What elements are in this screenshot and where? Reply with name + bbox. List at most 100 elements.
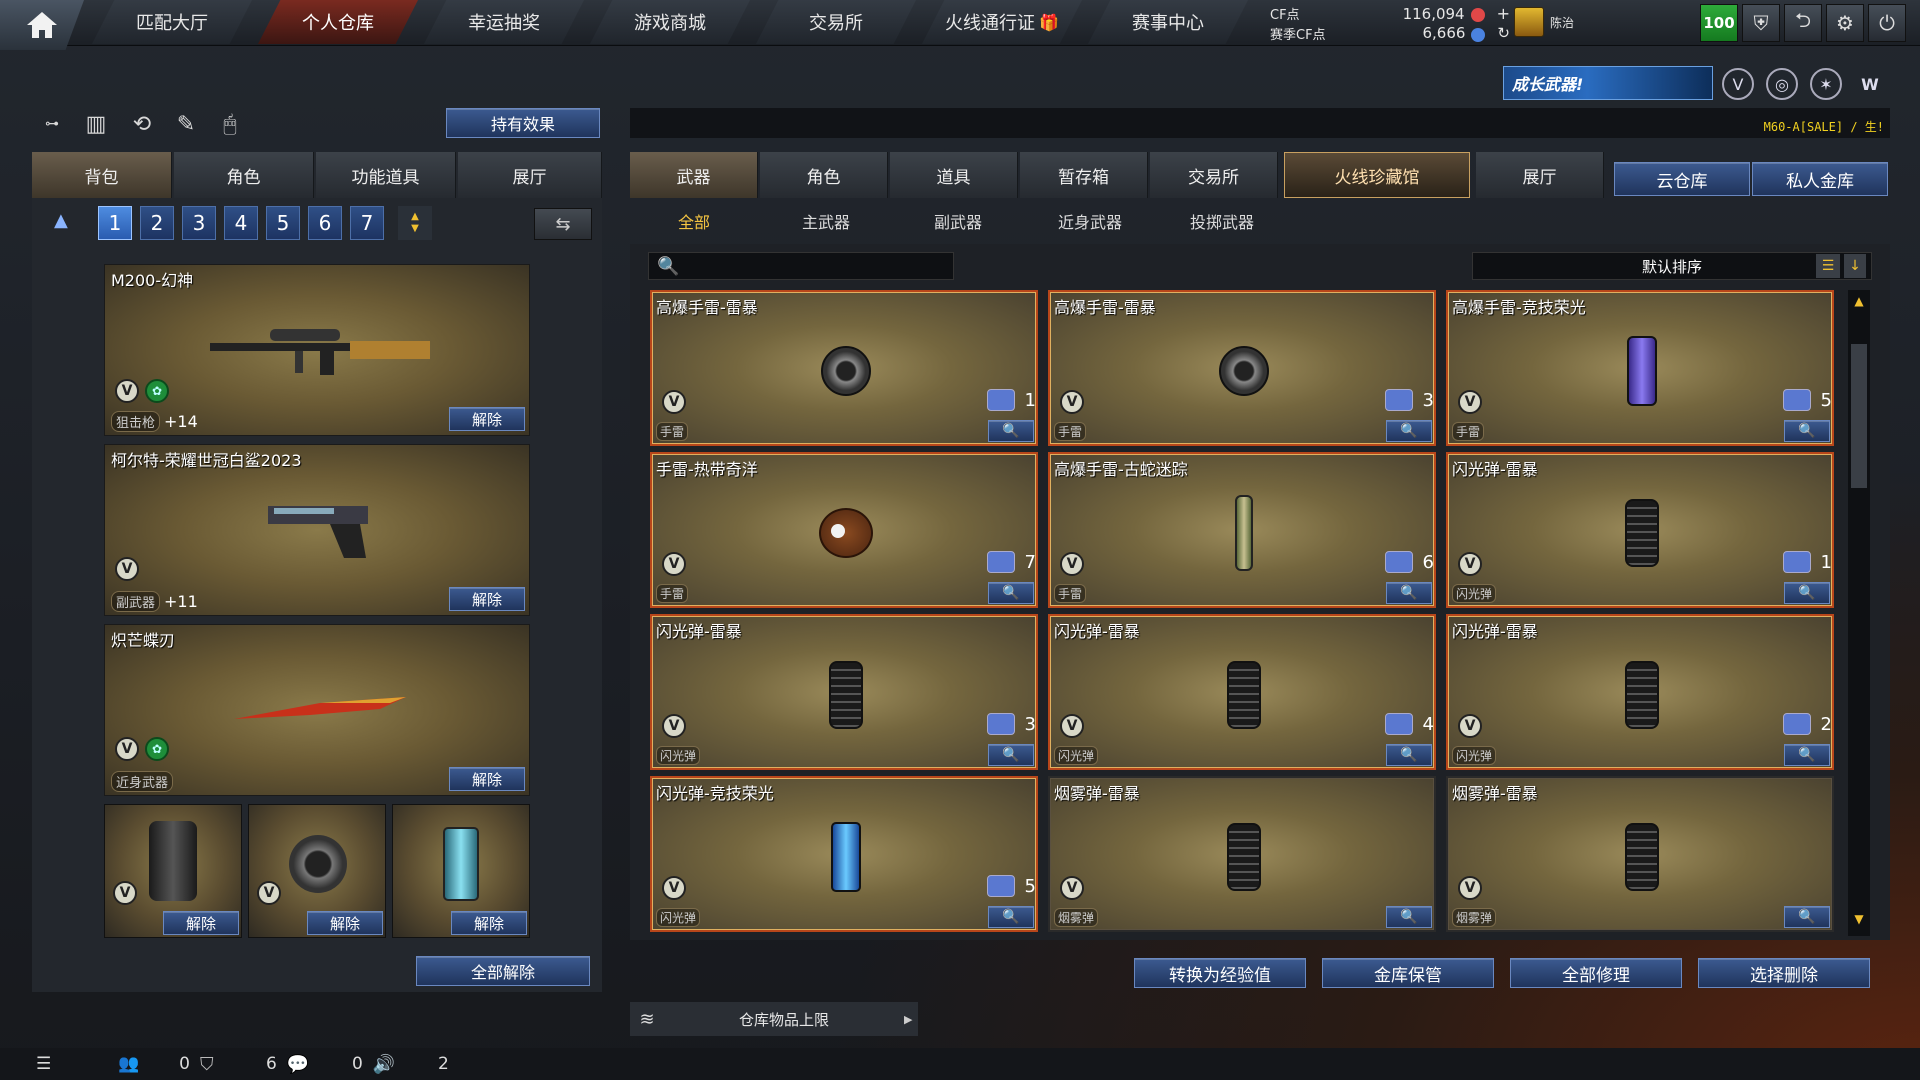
equipped-slot-primary[interactable]: M200-幻神 V ✿ 狙击枪 +14 解除 bbox=[104, 264, 530, 436]
item-card[interactable]: 烟雾弹-雷暴 V 烟雾弹 🔍 bbox=[1446, 776, 1834, 932]
add-icon[interactable]: + bbox=[1497, 4, 1510, 23]
tab-weapons[interactable]: 武器 bbox=[630, 152, 758, 198]
growth-weapon-banner[interactable]: 成长武器! bbox=[1503, 66, 1713, 100]
unequip-button[interactable]: 解除 bbox=[449, 587, 525, 611]
magnify-button[interactable]: 🔍 bbox=[1784, 582, 1830, 604]
magnify-button[interactable]: 🔍 bbox=[1386, 744, 1432, 766]
item-card[interactable]: 闪光弹-雷暴 V 闪光弹 4 🔍 bbox=[1048, 614, 1436, 770]
page-scroll-arrows[interactable]: ▲ ▼ bbox=[398, 206, 432, 240]
magnify-button[interactable]: 🔍 bbox=[1386, 582, 1432, 604]
nav-tab-exchange[interactable]: 交易所 bbox=[756, 0, 916, 44]
subtab-throwing[interactable]: 投掷武器 bbox=[1162, 206, 1282, 236]
scrollbar-thumb[interactable] bbox=[1851, 344, 1867, 488]
vault-store-button[interactable]: 金库保管 bbox=[1322, 958, 1494, 988]
subtab-primary[interactable]: 主武器 bbox=[766, 206, 886, 236]
cloud-storage-button[interactable]: 云仓库 bbox=[1614, 162, 1750, 196]
refresh-icon[interactable]: ↻ bbox=[1497, 24, 1510, 42]
unequip-all-button[interactable]: 全部解除 bbox=[416, 956, 590, 986]
tab-backpack[interactable]: 背包 bbox=[32, 152, 172, 198]
item-card[interactable]: 手雷-热带奇洋 V 手雷 7 🔍 bbox=[650, 452, 1038, 608]
toggle-off-icon[interactable]: ⊶ bbox=[34, 108, 70, 140]
scroll-up-icon[interactable]: ▲ bbox=[1851, 294, 1867, 312]
sound-stat[interactable]: 0 🔊 bbox=[352, 1052, 395, 1076]
magnify-button[interactable]: 🔍 bbox=[988, 420, 1034, 442]
throw-slot-3[interactable]: 解除 bbox=[392, 804, 530, 938]
item-card[interactable]: 闪光弹-雷暴 V 闪光弹 2 🔍 bbox=[1446, 614, 1834, 770]
item-card[interactable]: 烟雾弹-雷暴 V 烟雾弹 🔍 bbox=[1048, 776, 1436, 932]
history-icon[interactable]: ⟲ bbox=[124, 108, 160, 140]
magnify-button[interactable]: 🔍 bbox=[1784, 906, 1830, 928]
exit-room-button[interactable]: ⮌ bbox=[1784, 4, 1822, 42]
chat-stat[interactable]: 6 💬 bbox=[266, 1052, 309, 1076]
level-badge[interactable]: 100 bbox=[1700, 4, 1738, 42]
nav-tab-personal-storage[interactable]: 个人仓库 bbox=[258, 0, 418, 44]
equipped-slot-melee[interactable]: 炽芒蝶刃 V ✿ 近身武器 解除 bbox=[104, 624, 530, 796]
search-input[interactable]: 🔍 bbox=[648, 252, 954, 280]
shield-button[interactable]: ⛨ bbox=[1742, 4, 1780, 42]
nav-tab-battle-pass[interactable]: 火线通行证 🎁 bbox=[922, 0, 1082, 44]
convert-exp-button[interactable]: 转换为经验值 bbox=[1134, 958, 1306, 988]
item-card[interactable]: 闪光弹-雷暴 V 闪光弹 3 🔍 bbox=[650, 614, 1038, 770]
mouse-icon[interactable]: 🖱 bbox=[212, 108, 248, 140]
storage-limit-bar[interactable]: ≋ 仓库物品上限 ▶ bbox=[630, 1002, 918, 1036]
select-delete-button[interactable]: 选择删除 bbox=[1698, 958, 1870, 988]
backpack-page-2[interactable]: 2 bbox=[140, 206, 174, 240]
nav-tab-game-store[interactable]: 游戏商城 bbox=[590, 0, 750, 44]
unequip-button[interactable]: 解除 bbox=[163, 911, 239, 935]
nav-tab-match-lobby[interactable]: 匹配大厅 bbox=[92, 0, 252, 44]
backpack-page-6[interactable]: 6 bbox=[308, 206, 342, 240]
equipped-slot-secondary[interactable]: 柯尔特-荣耀世冠白鲨2023 V 副武器 +11 解除 bbox=[104, 444, 530, 616]
globe-badge-icon[interactable]: ◎ bbox=[1766, 68, 1798, 100]
magnify-button[interactable]: 🔍 bbox=[988, 582, 1034, 604]
magnify-button[interactable]: 🔍 bbox=[1784, 744, 1830, 766]
tab-items[interactable]: 道具 bbox=[890, 152, 1018, 198]
stats-icon[interactable]: ▥ bbox=[78, 108, 114, 140]
magnify-button[interactable]: 🔍 bbox=[988, 744, 1034, 766]
tab-collection-hall[interactable]: 火线珍藏馆 bbox=[1284, 152, 1470, 198]
unequip-button[interactable]: 解除 bbox=[449, 407, 525, 431]
private-vault-button[interactable]: 私人金库 bbox=[1752, 162, 1888, 196]
unequip-button[interactable]: 解除 bbox=[307, 911, 383, 935]
tab-function-items[interactable]: 功能道具 bbox=[316, 152, 456, 198]
spray-icon[interactable]: ✎ bbox=[168, 108, 204, 140]
arrow-down-icon[interactable]: ▼ bbox=[411, 223, 419, 235]
item-card[interactable]: 高爆手雷-雷暴 V 手雷 3 🔍 bbox=[1048, 290, 1436, 446]
subtab-all[interactable]: 全部 bbox=[634, 206, 754, 236]
repair-all-button[interactable]: 全部修理 bbox=[1510, 958, 1682, 988]
settings-button[interactable]: ⚙ bbox=[1826, 4, 1864, 42]
v-badge-icon[interactable]: V bbox=[1722, 68, 1754, 100]
list-view-button[interactable]: ☰ bbox=[1816, 254, 1840, 278]
tab-right-showroom[interactable]: 展厅 bbox=[1476, 152, 1604, 198]
unequip-button[interactable]: 解除 bbox=[449, 767, 525, 791]
magnify-button[interactable]: 🔍 bbox=[1386, 420, 1432, 442]
item-card[interactable]: 闪光弹-竞技荣光 V 闪光弹 5 🔍 bbox=[650, 776, 1038, 932]
holding-effect-button[interactable]: 持有效果 bbox=[446, 108, 600, 138]
backpack-page-7[interactable]: 7 bbox=[350, 206, 384, 240]
transfer-button[interactable]: ⇆ bbox=[534, 208, 592, 240]
backpack-page-3[interactable]: 3 bbox=[182, 206, 216, 240]
tab-showroom[interactable]: 展厅 bbox=[458, 152, 602, 198]
subtab-melee[interactable]: 近身武器 bbox=[1030, 206, 1150, 236]
subtab-secondary[interactable]: 副武器 bbox=[898, 206, 1018, 236]
throw-slot-1[interactable]: V 解除 bbox=[104, 804, 242, 938]
tab-character[interactable]: 角色 bbox=[174, 152, 314, 198]
power-button[interactable]: ⏻ bbox=[1868, 4, 1906, 42]
nav-tab-events[interactable]: 赛事中心 bbox=[1088, 0, 1248, 44]
menu-icon[interactable]: ☰ bbox=[36, 1052, 51, 1076]
rank-box[interactable]: 陈治 bbox=[1514, 6, 1624, 38]
magnify-button[interactable]: 🔍 bbox=[1386, 906, 1432, 928]
sort-dropdown[interactable]: 默认排序 bbox=[1472, 252, 1872, 280]
backpack-page-4[interactable]: 4 bbox=[224, 206, 258, 240]
item-card[interactable]: 高爆手雷-古蛇迷踪 V 手雷 6 🔍 bbox=[1048, 452, 1436, 608]
tab-characters[interactable]: 角色 bbox=[760, 152, 888, 198]
w-badge-icon[interactable]: W bbox=[1854, 68, 1886, 100]
friends-stat[interactable]: 👥 0 ⛉ bbox=[118, 1052, 214, 1076]
scroll-down-icon[interactable]: ▼ bbox=[1851, 912, 1867, 930]
item-card[interactable]: 闪光弹-雷暴 V 闪光弹 1 🔍 bbox=[1446, 452, 1834, 608]
backpack-page-5[interactable]: 5 bbox=[266, 206, 300, 240]
unequip-button[interactable]: 解除 bbox=[451, 911, 527, 935]
item-card[interactable]: 高爆手雷-竞技荣光 V 手雷 5 🔍 bbox=[1446, 290, 1834, 446]
magnify-button[interactable]: 🔍 bbox=[988, 906, 1034, 928]
item-card[interactable]: 高爆手雷-雷暴 V 手雷 1 🔍 bbox=[650, 290, 1038, 446]
tab-trade[interactable]: 交易所 bbox=[1150, 152, 1278, 198]
